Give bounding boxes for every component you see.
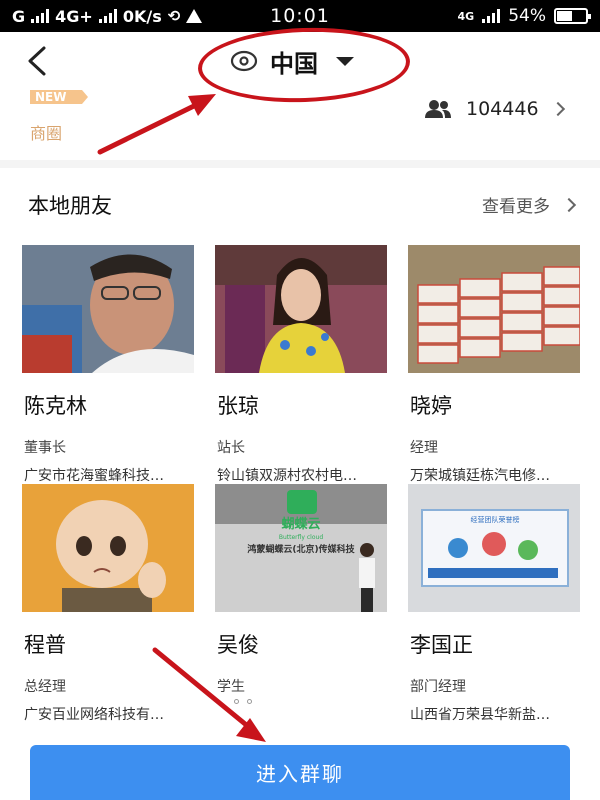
- business-label: 商圈: [30, 124, 63, 143]
- back-arrow-icon[interactable]: [22, 44, 56, 78]
- page-indicator: [234, 699, 252, 704]
- see-more-label: 查看更多: [482, 197, 550, 217]
- poster-title: 经营团队荣誉榜: [471, 515, 520, 524]
- friend-card[interactable]: 晓婷 经理 万荣城镇廷栋汽电修…: [408, 245, 580, 484]
- section-divider: [0, 160, 600, 168]
- see-more-link[interactable]: 查看更多: [482, 192, 577, 217]
- friend-company: 广安市花海蜜蜂科技…: [24, 468, 164, 484]
- signal-icon: [31, 9, 50, 23]
- friend-role: 站长: [217, 440, 245, 456]
- friend-card[interactable]: 程普 总经理 广安百业网络科技有…: [22, 484, 194, 723]
- battery-fill: [557, 11, 572, 21]
- friend-company: 山西省万荣县华新盐…: [410, 707, 550, 723]
- carrier-label: G: [12, 6, 26, 26]
- sign-title: 蝴蝶云: [281, 516, 320, 532]
- friend-photo: 蝴蝶云 Butterfly cloud 鸿蒙蝴蝶云(北京)传媒科技: [215, 484, 387, 612]
- friend-company: 万荣城镇廷栋汽电修…: [410, 468, 550, 484]
- friend-role: 董事长: [24, 440, 66, 456]
- arrowhead-down-icon: [236, 718, 266, 742]
- friend-card[interactable]: 陈克林 董事长 广安市花海蜜蜂科技…: [22, 245, 194, 484]
- friend-company: 广安百业网络科技有…: [24, 707, 164, 723]
- friend-name: 李国正: [410, 633, 473, 657]
- app-screen: G 4G+ 0K/s ⟲ 10:01 4G 54% 中国 NEW 商圈 1044…: [0, 0, 600, 800]
- section-title: 本地朋友: [28, 194, 112, 218]
- friend-photo: 经营团队荣誉榜: [408, 484, 580, 612]
- friend-role: 学生: [217, 679, 245, 695]
- status-time: 10:01: [270, 5, 330, 27]
- status-right: 4G 54%: [338, 6, 591, 26]
- friend-name: 张琼: [217, 394, 259, 418]
- friend-name: 陈克林: [24, 394, 87, 418]
- network-label: 4G+: [55, 6, 93, 26]
- sign-subtitle: Butterfly cloud: [279, 534, 323, 541]
- speed-label: 0K/s: [122, 6, 162, 26]
- new-badge: NEW: [30, 90, 88, 104]
- battery-percent: 54%: [508, 6, 546, 26]
- signal-icon-3: [482, 9, 501, 23]
- sign-banner: 鸿蒙蝴蝶云(北京)传媒科技: [247, 543, 355, 555]
- friend-card[interactable]: 张琼 站长 铃山镇双源村农村电…: [215, 245, 387, 484]
- friend-photo: [215, 245, 387, 373]
- member-count: 104446: [466, 98, 539, 120]
- friend-role: 总经理: [24, 679, 66, 695]
- chevron-right-icon-2: [561, 197, 577, 212]
- friend-name: 吴俊: [217, 633, 259, 657]
- signal-icon-2: [98, 9, 117, 23]
- join-group-chat-button[interactable]: 进入群聊: [30, 745, 570, 800]
- friend-role: 部门经理: [410, 679, 466, 695]
- friend-photo: [408, 245, 580, 373]
- friend-company: 铃山镇双源村农村电…: [217, 468, 357, 484]
- status-left: G 4G+ 0K/s ⟲: [12, 7, 262, 26]
- friend-photo: [22, 245, 194, 373]
- network-type-label: 4G: [457, 9, 475, 23]
- friend-card[interactable]: 蝴蝶云 Butterfly cloud 鸿蒙蝴蝶云(北京)传媒科技 吴俊 学生: [215, 484, 387, 714]
- member-count-link[interactable]: 104446: [424, 98, 565, 120]
- friend-role: 经理: [410, 440, 438, 456]
- friend-photo: [22, 484, 194, 612]
- warning-icon: [186, 9, 203, 23]
- friend-name: 程普: [24, 633, 66, 657]
- battery-icon: [554, 8, 591, 24]
- people-icon: [425, 100, 451, 118]
- sync-icon: ⟲: [167, 7, 181, 25]
- friend-card[interactable]: 经营团队荣誉榜 李国正 部门经理 山西省万荣县华新盐…: [408, 484, 580, 723]
- chevron-right-icon: [550, 101, 565, 117]
- friend-name: 晓婷: [410, 394, 452, 418]
